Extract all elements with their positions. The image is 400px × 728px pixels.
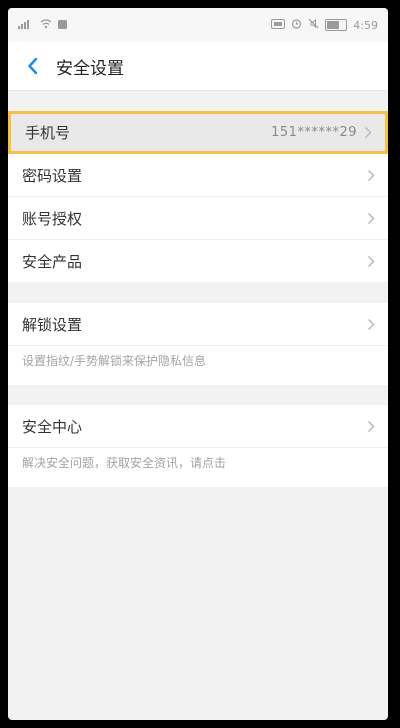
chevron-right-icon: [363, 126, 373, 140]
page-title: 安全设置: [56, 58, 124, 79]
row-label: 密码设置: [22, 166, 83, 185]
mute-icon: [308, 18, 319, 32]
signal-icon: [18, 19, 34, 32]
password-settings-row[interactable]: 密码设置: [8, 154, 388, 197]
account-security-group: 手机号 151******29 密码设置 账号授权 安全产品: [8, 111, 388, 283]
chevron-right-icon: [366, 254, 376, 268]
notification-icon: [58, 19, 67, 32]
battery-icon: [325, 19, 348, 31]
row-label: 安全产品: [22, 252, 83, 271]
security-center-description: 解决安全问题，获取安全资讯，请点击: [22, 456, 227, 470]
hd-icon: [271, 18, 286, 32]
row-label: 账号授权: [22, 209, 83, 228]
phone-number-value: 151******29: [271, 125, 357, 140]
chevron-left-icon[interactable]: [22, 55, 44, 77]
phone-number-row[interactable]: 手机号 151******29: [8, 111, 388, 154]
status-time: 4:59: [353, 18, 378, 32]
chevron-right-icon: [366, 168, 376, 182]
row-label: 解锁设置: [22, 315, 83, 334]
security-center-group: 安全中心 解决安全问题，获取安全资讯，请点击: [8, 405, 388, 487]
wifi-icon: [40, 18, 52, 32]
unlock-settings-group: 解锁设置 设置指纹/手势解锁来保护隐私信息: [8, 303, 388, 385]
status-bar: 4:59: [8, 8, 388, 42]
alarm-icon: [291, 18, 302, 32]
status-left: [18, 18, 67, 32]
security-products-row[interactable]: 安全产品: [8, 240, 388, 283]
account-authorization-row[interactable]: 账号授权: [8, 197, 388, 240]
row-label: 手机号: [25, 124, 71, 142]
chevron-right-icon: [366, 211, 376, 225]
chevron-right-icon: [366, 419, 376, 433]
title-bar: 安全设置: [8, 42, 388, 91]
unlock-settings-description: 设置指纹/手势解锁来保护隐私信息: [22, 354, 207, 368]
status-right: 4:59: [271, 18, 378, 32]
unlock-settings-row[interactable]: 解锁设置: [8, 303, 388, 346]
chevron-right-icon: [366, 317, 376, 331]
phone-screen: 4:59 安全设置 手机号 151******29 密码设置 账号授权 安全产品…: [8, 8, 388, 720]
security-center-row[interactable]: 安全中心: [8, 405, 388, 448]
row-label: 安全中心: [22, 417, 83, 436]
